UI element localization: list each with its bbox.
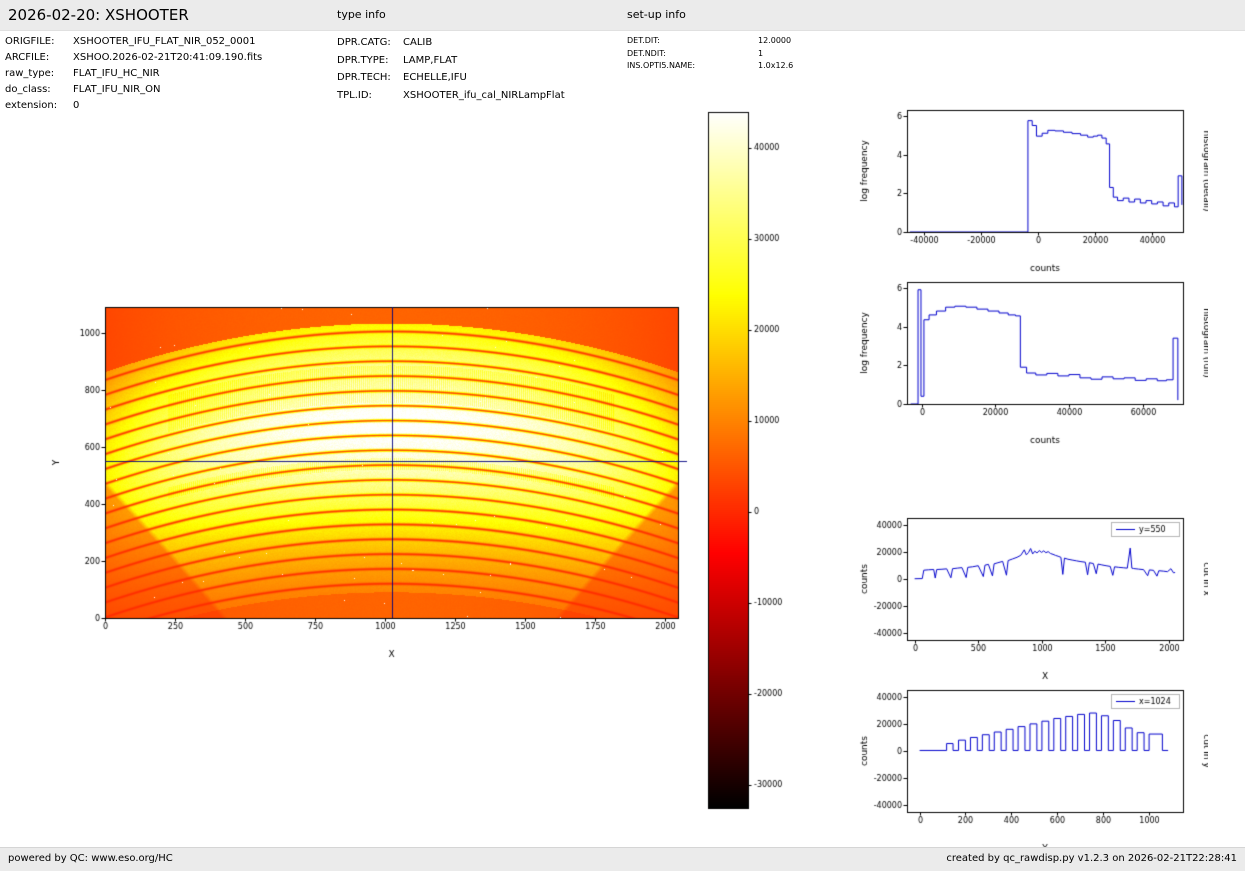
- info-value: 12.0000: [758, 36, 791, 45]
- info-value: XSHOO.2026-02-21T20:41:09.190.fits: [73, 52, 262, 63]
- colorbar: [700, 103, 800, 815]
- info-row: DPR.TECH:ECHELLE,IFU: [337, 69, 565, 87]
- info-value: CALIB: [403, 37, 432, 48]
- setup-info-heading: set-up info: [627, 0, 686, 30]
- footer-left-text: powered by QC: www.eso.org/HC: [8, 848, 173, 870]
- info-row: extension:0: [5, 98, 262, 114]
- type-info-heading: type info: [337, 0, 386, 30]
- info-label: extension:: [5, 98, 73, 114]
- info-label: do_class:: [5, 82, 73, 98]
- info-value: FLAT_IFU_NIR_ON: [73, 84, 160, 95]
- raw-frame-image-plot: [50, 297, 700, 662]
- info-row: do_class:FLAT_IFU_NIR_ON: [5, 82, 262, 98]
- info-value: 1.0x12.6: [758, 61, 793, 70]
- info-value: XSHOOTER_IFU_FLAT_NIR_052_0001: [73, 36, 256, 47]
- info-label: ARCFILE:: [5, 50, 73, 66]
- info-label: ORIGFILE:: [5, 34, 73, 50]
- setup-info-block: DET.DIT:12.0000 DET.NDIT:1 INS.OPTI5.NAM…: [627, 35, 793, 73]
- info-value: 1: [758, 49, 763, 58]
- info-value: LAMP,FLAT: [403, 55, 457, 66]
- info-label: DET.DIT:: [627, 35, 758, 48]
- info-value: ECHELLE,IFU: [403, 72, 467, 83]
- info-label: DPR.TECH:: [337, 69, 403, 87]
- info-row: TPL.ID:XSHOOTER_ifu_cal_NIRLampFlat: [337, 87, 565, 105]
- info-label: DPR.CATG:: [337, 34, 403, 52]
- info-label: raw_type:: [5, 66, 73, 82]
- info-row: ORIGFILE:XSHOOTER_IFU_FLAT_NIR_052_0001: [5, 34, 262, 50]
- type-info-block: DPR.CATG:CALIB DPR.TYPE:LAMP,FLAT DPR.TE…: [337, 34, 565, 104]
- info-row: DPR.TYPE:LAMP,FLAT: [337, 52, 565, 70]
- info-row: raw_type:FLAT_IFU_HC_NIR: [5, 66, 262, 82]
- histogram-full-plot: [858, 272, 1208, 448]
- page-title: 2026-02-20: XSHOOTER: [8, 0, 189, 30]
- info-label: TPL.ID:: [337, 87, 403, 105]
- info-row: DET.DIT:12.0000: [627, 35, 793, 48]
- histogram-detail-plot: [858, 100, 1208, 276]
- cut-in-x-plot: [858, 508, 1208, 684]
- info-label: DPR.TYPE:: [337, 52, 403, 70]
- info-value: XSHOOTER_ifu_cal_NIRLampFlat: [403, 90, 565, 101]
- info-row: ARCFILE:XSHOO.2026-02-21T20:41:09.190.fi…: [5, 50, 262, 66]
- footer-bar: powered by QC: www.eso.org/HC created by…: [0, 847, 1245, 871]
- footer-right-text: created by qc_rawdisp.py v1.2.3 on 2026-…: [946, 848, 1237, 870]
- cut-in-y-plot: [858, 680, 1208, 856]
- info-label: INS.OPTI5.NAME:: [627, 60, 758, 73]
- file-info-block: ORIGFILE:XSHOOTER_IFU_FLAT_NIR_052_0001 …: [5, 34, 262, 114]
- info-label: DET.NDIT:: [627, 48, 758, 61]
- info-row: DET.NDIT:1: [627, 48, 793, 61]
- info-value: 0: [73, 100, 79, 111]
- info-value: FLAT_IFU_HC_NIR: [73, 68, 160, 79]
- info-row: DPR.CATG:CALIB: [337, 34, 565, 52]
- info-row: INS.OPTI5.NAME:1.0x12.6: [627, 60, 793, 73]
- header-bar: 2026-02-20: XSHOOTER type info set-up in…: [0, 0, 1245, 31]
